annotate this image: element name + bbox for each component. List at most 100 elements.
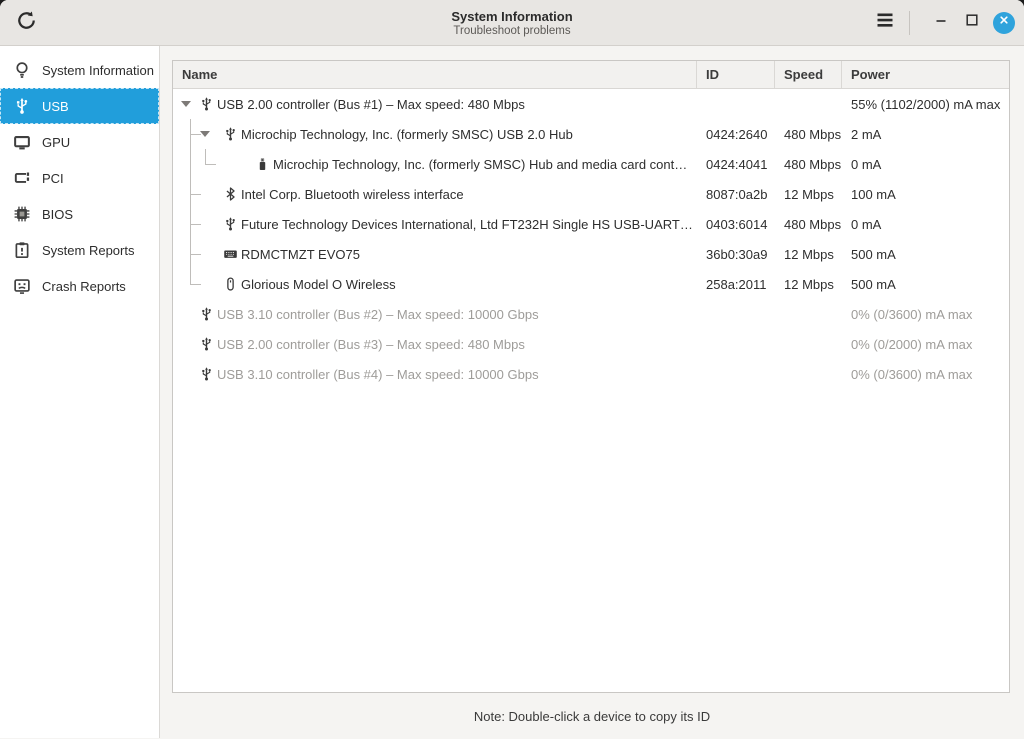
pci-card-icon (13, 169, 31, 187)
table-row[interactable]: USB 2.00 controller (Bus #3) – Max speed… (173, 329, 1009, 359)
maximize-icon (964, 12, 980, 33)
sidebar-item-crash-reports[interactable]: Crash Reports (0, 268, 159, 304)
clipboard-report-icon (13, 241, 31, 259)
sidebar-item-label: USB (42, 98, 69, 114)
keyboard-icon (223, 247, 238, 262)
device-name-cell: Intel Corp. Bluetooth wireless interface (173, 179, 697, 209)
sidebar-item-bios[interactable]: BIOS (0, 196, 159, 232)
chip-icon (13, 205, 31, 223)
device-speed-cell: 480 Mbps (784, 216, 842, 232)
device-name-cell: USB 2.00 controller (Bus #3) – Max speed… (173, 329, 697, 359)
refresh-icon (16, 10, 37, 36)
sidebar: System Information USB GPU PCI BIOS System Re… (0, 46, 160, 738)
table-body: USB 2.00 controller (Bus #1) – Max speed… (173, 89, 1009, 389)
tree-guide-line (190, 269, 191, 284)
table-row[interactable]: USB 3.10 controller (Bus #4) – Max speed… (173, 359, 1009, 389)
sidebar-item-gpu[interactable]: GPU (0, 124, 159, 160)
table-row[interactable]: USB 3.10 controller (Bus #2) – Max speed… (173, 299, 1009, 329)
usb-icon (13, 97, 31, 115)
device-name-label: USB 2.00 controller (Bus #3) – Max speed… (217, 336, 525, 352)
tree-guide-line (190, 284, 201, 285)
device-power-cell: 0% (0/2000) mA max (851, 336, 973, 352)
device-id-cell (697, 359, 775, 389)
device-power-cell: 0% (0/3600) mA max (851, 306, 973, 322)
sidebar-item-label: GPU (42, 134, 71, 150)
device-power-cell: 0 mA (851, 216, 882, 232)
expander-arrow-icon[interactable] (200, 131, 210, 137)
usb-icon (223, 127, 238, 142)
sidebar-item-usb[interactable]: USB (0, 88, 159, 124)
close-button[interactable] (993, 11, 1015, 34)
close-icon (997, 13, 1011, 32)
device-power-cell: 55% (1102/2000) mA max (851, 96, 1001, 112)
mouse-icon (223, 277, 238, 292)
usb-icon (199, 97, 214, 112)
device-speed-cell: 480 Mbps (784, 156, 842, 172)
column-header-speed[interactable]: Speed (775, 61, 842, 88)
tree-guide-line (205, 149, 206, 164)
tree-guide-line (190, 194, 201, 195)
usb-icon (223, 217, 238, 232)
sidebar-item-system-information[interactable]: System Information (0, 52, 159, 88)
maximize-button[interactable] (960, 11, 984, 35)
device-name-label: Microchip Technology, Inc. (formerly SMS… (273, 156, 688, 172)
device-name-label: USB 3.10 controller (Bus #2) – Max speed… (217, 306, 539, 322)
window-subtitle: Troubleshoot problems (453, 24, 571, 37)
device-name-label: USB 2.00 controller (Bus #1) – Max speed… (217, 96, 525, 112)
usb-icon (199, 367, 214, 382)
window-title: System Information (451, 8, 573, 24)
device-power-cell: 100 mA (851, 186, 896, 202)
device-power-cell: 0 mA (851, 156, 882, 172)
refresh-button[interactable] (13, 10, 39, 36)
table-header: Name ID Speed Power (173, 61, 1009, 89)
lightbulb-icon (13, 61, 31, 79)
table-row[interactable]: USB 2.00 controller (Bus #1) – Max speed… (173, 89, 1009, 119)
device-name-cell: Microchip Technology, Inc. (formerly SMS… (173, 149, 697, 179)
device-name-cell: RDMCTMZT EVO75 (173, 239, 697, 269)
device-id-cell (697, 89, 775, 119)
tree-guide-line (190, 254, 201, 255)
device-power-cell: 500 mA (851, 276, 896, 292)
device-power-cell: 2 mA (851, 126, 882, 142)
device-table: Name ID Speed Power USB 2.00 controller … (172, 60, 1010, 693)
sidebar-item-pci[interactable]: PCI (0, 160, 159, 196)
device-speed-cell: 12 Mbps (784, 276, 834, 292)
crash-face-icon (13, 277, 31, 295)
minimize-button[interactable] (929, 11, 953, 35)
expander-arrow-icon[interactable] (181, 101, 191, 107)
column-header-power[interactable]: Power (842, 61, 1009, 88)
flash-drive-icon (255, 157, 270, 172)
minimize-icon (933, 12, 949, 33)
device-name-label: RDMCTMZT EVO75 (241, 246, 360, 262)
device-name-label: Intel Corp. Bluetooth wireless interface (241, 186, 464, 202)
table-row[interactable]: Intel Corp. Bluetooth wireless interface… (173, 179, 1009, 209)
table-row[interactable]: Glorious Model O Wireless 258a:2011 12 Mbp… (173, 269, 1009, 299)
table-row[interactable]: Future Technology Devices International,… (173, 209, 1009, 239)
titlebar-separator (909, 10, 910, 35)
device-name-cell: USB 3.10 controller (Bus #2) – Max speed… (173, 299, 697, 329)
device-id-cell: 0403:6014 (706, 216, 768, 232)
device-name-cell: Microchip Technology, Inc. (formerly SMS… (173, 119, 697, 149)
device-id-cell: 0424:2640 (706, 126, 768, 142)
bluetooth-icon (223, 187, 238, 202)
tree-guide-line (190, 224, 201, 225)
device-speed-cell (775, 299, 842, 329)
table-row[interactable]: RDMCTMZT EVO75 36b0:30a9 12 Mbps 500 mA (173, 239, 1009, 269)
usb-icon (199, 307, 214, 322)
device-id-cell (697, 299, 775, 329)
app-window: System Information Troubleshoot problems… (0, 0, 1024, 739)
device-name-label: Glorious Model O Wireless (241, 276, 396, 292)
device-speed-cell (775, 359, 842, 389)
device-power-cell: 0% (0/3600) mA max (851, 366, 973, 382)
sidebar-item-system-reports[interactable]: System Reports (0, 232, 159, 268)
table-row[interactable]: Microchip Technology, Inc. (formerly SMS… (173, 119, 1009, 149)
device-speed-cell (775, 329, 842, 359)
column-header-id[interactable]: ID (697, 61, 775, 88)
main-area: Name ID Speed Power USB 2.00 controller … (160, 46, 1024, 738)
device-speed-cell: 480 Mbps (784, 126, 842, 142)
table-row[interactable]: Microchip Technology, Inc. (formerly SMS… (173, 149, 1009, 179)
menu-button[interactable] (875, 10, 895, 35)
device-name-label: USB 3.10 controller (Bus #4) – Max speed… (217, 366, 539, 382)
column-header-name[interactable]: Name (173, 61, 697, 88)
titlebar: System Information Troubleshoot problems (0, 0, 1024, 46)
